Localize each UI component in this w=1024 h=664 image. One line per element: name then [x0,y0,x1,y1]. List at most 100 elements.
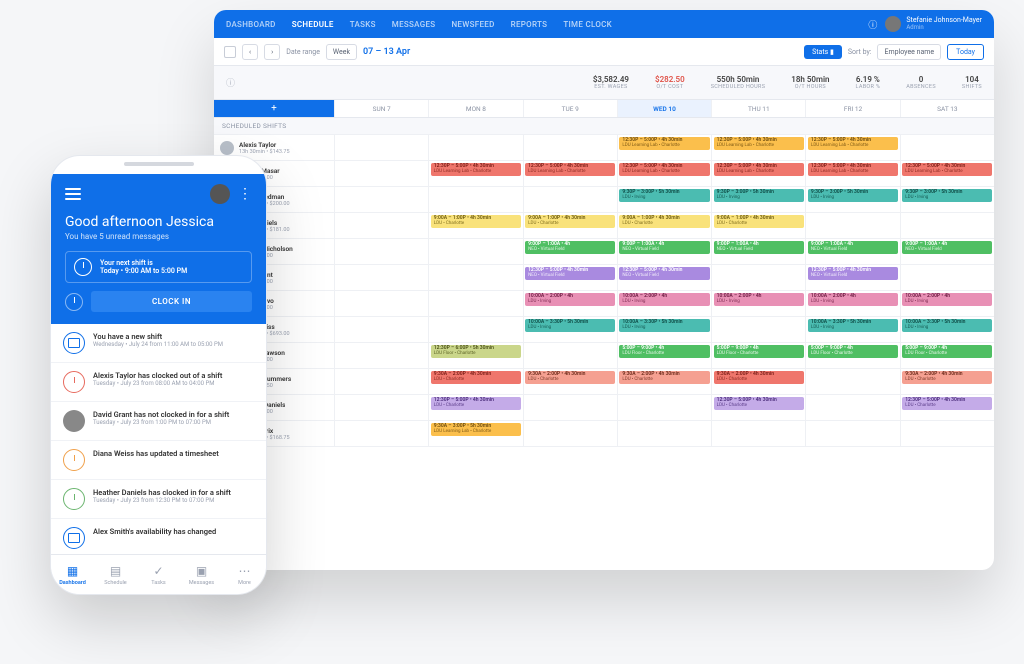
day-cell[interactable]: 10:00A – 3:30P • 5h 30minLDU • Irving [805,317,899,342]
shift-block[interactable]: 9:00P – 1:00A • 4hNEO • Virtual Field [808,241,898,254]
shift-block[interactable]: 12:30P – 5:00P • 4h 30minLDU Learning La… [525,163,615,176]
shift-block[interactable]: 5:00P – 9:00P • 4hLDU Floor • Charlotte [808,345,898,358]
menu-icon[interactable] [65,188,81,200]
day-cell[interactable] [334,161,428,186]
day-cell[interactable]: 5:00P – 9:00P • 4hLDU Floor • Charlotte [805,343,899,368]
day-cell[interactable]: 9:30P – 3:00P • 5h 30minLDU • Irving [617,187,711,212]
feed-item[interactable]: You have a new shiftWednesday • July 24 … [51,324,266,363]
nav-tab-messages[interactable]: MESSAGES [392,20,436,29]
day-cell[interactable] [334,135,428,160]
shift-block[interactable]: 9:30P – 3:00P • 5h 30minLDU • Irving [714,189,804,202]
shift-block[interactable]: 12:30P – 5:00P • 4h 30minLDU Learning La… [714,137,804,150]
shift-block[interactable]: 12:30P – 5:00P • 4h 30minNEO • Virtual F… [808,267,898,280]
shift-block[interactable]: 9:00P – 1:00A • 4hNEO • Virtual Field [525,241,615,254]
day-cell[interactable] [334,343,428,368]
shift-block[interactable]: 5:00P – 9:00P • 4hLDU Floor • Charlotte [902,345,992,358]
day-cell[interactable] [334,369,428,394]
sort-dropdown[interactable]: Employee name [877,44,941,60]
day-cell[interactable]: 9:30P – 3:00P • 5h 30minLDU • Irving [805,187,899,212]
day-cell[interactable]: 5:00P – 9:00P • 4hLDU Floor • Charlotte [711,343,805,368]
shift-block[interactable]: 9:30A – 3:00P • 5h 30minLDU Learning Lab… [431,423,521,436]
day-cell[interactable]: 10:00A – 2:00P • 4hLDU • Irving [711,291,805,316]
day-cell[interactable]: 12:30P – 5:00P • 4h 30minLDU Learning La… [805,135,899,160]
shift-block[interactable]: 10:00A – 3:30P • 5h 30minLDU • Irving [525,319,615,332]
day-cell[interactable] [900,135,994,160]
day-cell[interactable] [428,265,522,290]
day-cell[interactable] [334,395,428,420]
day-cell[interactable]: 12:30P – 5:00P • 4h 30minLDU Learning La… [805,161,899,186]
shift-block[interactable]: 10:00A – 2:00P • 4hLDU • Irving [714,293,804,306]
clock-in-button[interactable]: CLOCK IN [91,291,252,312]
day-header[interactable]: SUN 7 [334,100,428,117]
feed-item[interactable]: Alex Smith's availability has changed [51,519,266,554]
avatar[interactable] [210,184,230,204]
day-cell[interactable] [805,369,899,394]
activity-feed[interactable]: You have a new shiftWednesday • July 24 … [51,324,266,554]
shift-block[interactable]: 10:00A – 3:30P • 5h 30minLDU • Irving [619,319,709,332]
day-cell[interactable]: 12:30P – 5:00P • 4h 30minNEO • Virtual F… [617,265,711,290]
shift-block[interactable]: 12:30P – 5:00P • 4h 30minLDU Learning La… [902,163,992,176]
day-cell[interactable]: 9:00P – 1:00A • 4hNEO • Virtual Field [523,239,617,264]
day-cell[interactable]: 9:30A – 2:00P • 4h 30minLDU • Charlotte [711,369,805,394]
shift-block[interactable]: 9:30A – 2:00P • 4h 30minLDU • Charlotte [902,371,992,384]
nav-tab-tasks[interactable]: TASKS [350,20,376,29]
prev-arrow[interactable]: ‹ [242,44,258,60]
info-icon[interactable]: ⓘ [868,18,877,31]
day-cell[interactable] [900,265,994,290]
day-cell[interactable]: 9:30A – 2:00P • 4h 30minLDU • Charlotte [428,369,522,394]
day-cell[interactable] [334,317,428,342]
shift-block[interactable]: 9:00A – 1:00P • 4h 30minLDU • Charlotte [431,215,521,228]
phone-tab-messages[interactable]: ▣Messages [180,555,223,594]
select-all-checkbox[interactable] [224,46,236,58]
day-cell[interactable] [711,317,805,342]
day-cell[interactable]: 12:30P – 5:00P • 4h 30minLDU • Charlotte [428,395,522,420]
day-cell[interactable]: 5:00P – 9:00P • 4hLDU Floor • Charlotte [900,343,994,368]
day-cell[interactable]: 10:00A – 2:00P • 4hLDU • Irving [805,291,899,316]
shift-block[interactable]: 12:30P – 5:00P • 4h 30minLDU Learning La… [431,163,521,176]
day-cell[interactable]: 12:30P – 5:00P • 4h 30minLDU Learning La… [617,161,711,186]
shift-block[interactable]: 9:30P – 3:00P • 5h 30minLDU • Irving [808,189,898,202]
feed-item[interactable]: Heather Daniels has clocked in for a shi… [51,480,266,519]
day-cell[interactable] [428,239,522,264]
phone-tab-dashboard[interactable]: ▦Dashboard [51,555,94,594]
day-cell[interactable] [334,213,428,238]
shift-block[interactable]: 9:30P – 3:00P • 5h 30minLDU • Irving [619,189,709,202]
shift-block[interactable]: 9:30P – 3:00P • 5h 30minLDU • Irving [902,189,992,202]
day-cell[interactable]: 12:30P – 5:00P • 4h 30minLDU Learning La… [523,161,617,186]
shift-block[interactable]: 9:30A – 2:00P • 4h 30minLDU • Charlotte [714,371,804,384]
nav-tab-newsfeed[interactable]: NEWSFEED [451,20,494,29]
day-cell[interactable]: 10:00A – 2:00P • 4hLDU • Irving [523,291,617,316]
day-cell[interactable] [523,395,617,420]
day-cell[interactable]: 9:00P – 1:00A • 4hNEO • Virtual Field [617,239,711,264]
day-cell[interactable] [711,265,805,290]
nav-tab-schedule[interactable]: SCHEDULE [292,20,334,29]
shift-block[interactable]: 9:00P – 1:00A • 4hNEO • Virtual Field [619,241,709,254]
day-cell[interactable]: 9:30P – 3:00P • 5h 30minLDU • Irving [900,187,994,212]
day-cell[interactable]: 9:00P – 1:00A • 4hNEO • Virtual Field [900,239,994,264]
shift-block[interactable]: 10:00A – 2:00P • 4hLDU • Irving [525,293,615,306]
day-cell[interactable] [428,187,522,212]
day-cell[interactable]: 12:30P – 5:00P • 4h 30minLDU • Charlotte [900,395,994,420]
day-cell[interactable]: 10:00A – 3:30P • 5h 30minLDU • Irving [617,317,711,342]
day-header[interactable]: TUE 9 [523,100,617,117]
shift-block[interactable]: 10:00A – 2:00P • 4hLDU • Irving [619,293,709,306]
day-header[interactable]: FRI 12 [805,100,899,117]
nav-tab-dashboard[interactable]: DASHBOARD [226,20,276,29]
feed-item[interactable]: Alexis Taylor has clocked out of a shift… [51,363,266,402]
shift-block[interactable]: 9:00P – 1:00A • 4hNEO • Virtual Field [714,241,804,254]
shift-block[interactable]: 5:00P – 9:00P • 4hLDU Floor • Charlotte [714,345,804,358]
day-cell[interactable]: 9:30P – 3:00P • 5h 30minLDU • Irving [711,187,805,212]
shift-block[interactable]: 9:00A – 1:00P • 4h 30minLDU • Charlotte [714,215,804,228]
day-cell[interactable] [334,421,428,446]
day-cell[interactable]: 9:00A – 1:00P • 4h 30minLDU • Charlotte [711,213,805,238]
day-cell[interactable]: 12:30P – 6:00P • 5h 30minLDU Floor • Cha… [428,343,522,368]
day-cell[interactable]: 12:30P – 5:00P • 4h 30minLDU Learning La… [711,135,805,160]
day-cell[interactable]: 9:00P – 1:00A • 4hNEO • Virtual Field [711,239,805,264]
day-header[interactable]: SAT 13 [900,100,994,117]
day-cell[interactable]: 10:00A – 3:30P • 5h 30minLDU • Irving [523,317,617,342]
day-cell[interactable]: 9:00P – 1:00A • 4hNEO • Virtual Field [805,239,899,264]
feed-item[interactable]: Diana Weiss has updated a timesheet [51,441,266,480]
shift-block[interactable]: 9:00A – 1:00P • 4h 30minLDU • Charlotte [619,215,709,228]
day-cell[interactable]: 9:30A – 2:00P • 4h 30minLDU • Charlotte [617,369,711,394]
day-cell[interactable] [900,213,994,238]
